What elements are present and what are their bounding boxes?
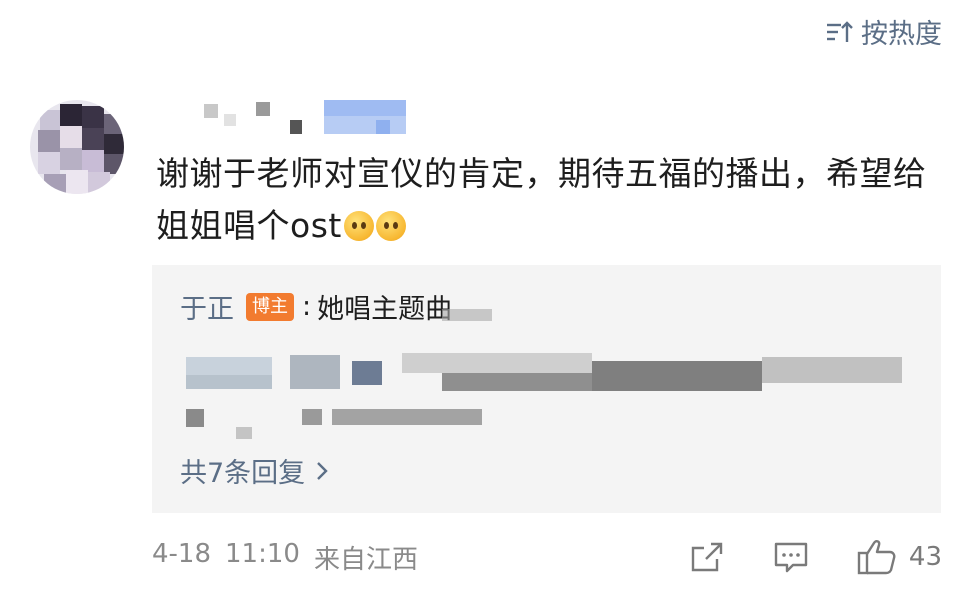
reply-author[interactable]: 于正 [180, 287, 234, 326]
reply-text: 她唱主题曲 [317, 294, 453, 325]
smiling-face-emoji [343, 211, 374, 241]
chevron-right-icon [317, 461, 328, 480]
like-count: 43 [908, 542, 942, 572]
comment-body: 谢谢于老师对宣仪的肯定，期待五福的播出，希望给姐姐唱个ost [156, 154, 927, 245]
comment-button[interactable] [773, 541, 809, 573]
sort-icon [827, 20, 853, 42]
share-icon [691, 542, 723, 572]
username[interactable] [180, 100, 420, 140]
comment-footer: 4-18 11:10 来自江西 43 [152, 534, 942, 580]
comment-date: 4-18 [152, 538, 212, 569]
comment-icon [774, 542, 808, 573]
avatar[interactable] [30, 100, 124, 194]
comment-text: 谢谢于老师对宣仪的肯定，期待五福的播出，希望给姐姐唱个ost [156, 148, 936, 252]
share-button[interactable] [689, 541, 725, 573]
comment-time: 11:10 [225, 538, 300, 569]
hugging-face-emoji [375, 211, 406, 241]
like-button[interactable]: 43 [857, 539, 942, 575]
author-badge: 博主 [246, 292, 294, 321]
reply-separator: : [302, 291, 312, 322]
comment-location: 来自江西 [313, 544, 418, 575]
sort-label: 按热度 [861, 19, 942, 50]
thumbs-up-icon [857, 540, 896, 575]
more-replies-label: 共7条回复 [180, 458, 306, 489]
top-reply: 于正 博主 : 她唱主题曲 [180, 287, 452, 326]
sort-button[interactable]: 按热度 [825, 12, 942, 51]
view-all-replies-link[interactable]: 共7条回复 [180, 451, 329, 490]
reply-preview[interactable]: 于正 博主 : 她唱主题曲 共7条回复 [152, 265, 941, 513]
